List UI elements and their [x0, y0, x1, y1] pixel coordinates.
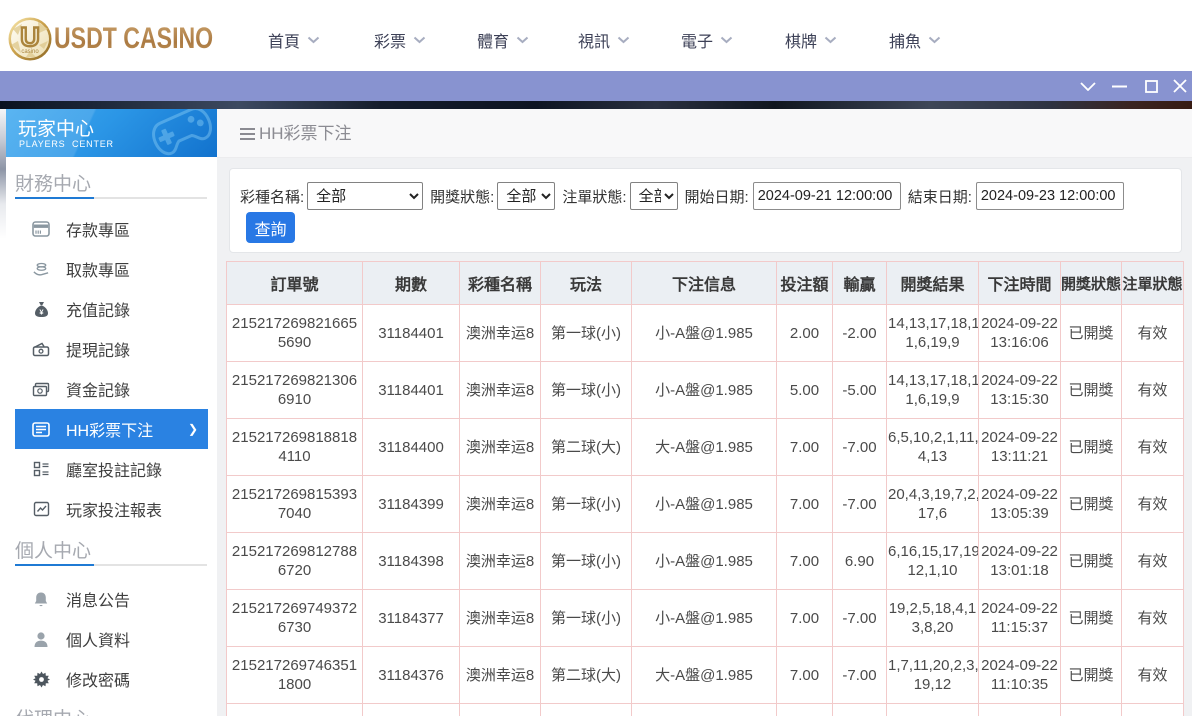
svg-text:U: U: [20, 22, 40, 52]
svg-text:casino: casino: [21, 49, 39, 55]
